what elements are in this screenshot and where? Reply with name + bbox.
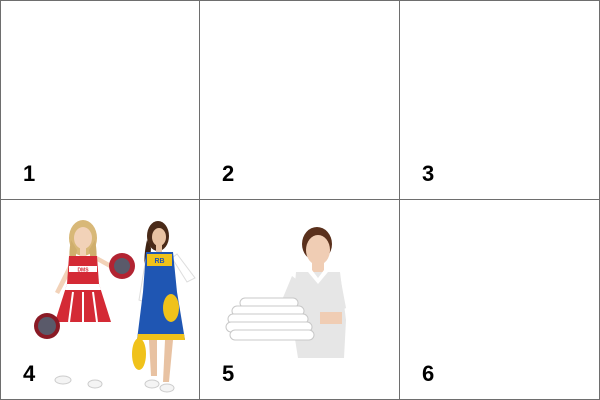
grid-cell-2[interactable]: 2 [200,0,400,200]
grid-cell-4[interactable]: DMS RB 4 [0,200,200,400]
cell-number: 6 [422,361,435,386]
svg-text:RB: RB [154,258,164,265]
cell-number: 3 [422,161,435,186]
cell-number: 1 [23,161,36,186]
image-grid: 1 2 3 DMS RB 4 5 6 [0,0,600,400]
cell-number: 4 [23,361,36,386]
cheerleader-red: DMS [34,220,135,389]
grid-cell-3[interactable]: 3 [400,0,600,200]
grid-cell-5[interactable]: 5 [200,200,400,400]
grid-cell-1[interactable]: 1 [0,0,200,200]
grid-cell-6[interactable]: 6 [400,200,600,400]
cheerleader-blue: RB [132,221,196,393]
cell-number: 2 [222,161,235,186]
cell-number: 5 [222,361,235,386]
svg-text:DMS: DMS [77,268,89,274]
